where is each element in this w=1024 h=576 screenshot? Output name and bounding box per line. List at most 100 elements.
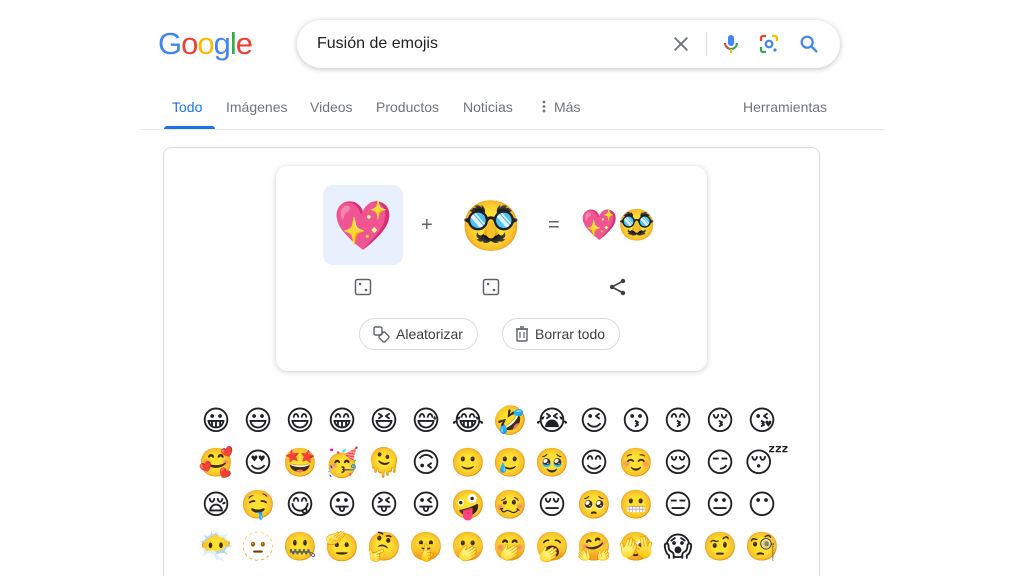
emoji-option[interactable]: 😪: [198, 487, 234, 523]
share-icon[interactable]: [608, 277, 628, 297]
emoji-option[interactable]: 😗: [618, 403, 654, 439]
emoji-option[interactable]: 🥳: [324, 445, 360, 481]
emoji-option[interactable]: 🥴: [492, 487, 528, 523]
emoji-option[interactable]: 😅: [408, 403, 444, 439]
emoji-option[interactable]: 🤨: [702, 529, 738, 565]
emoji-option[interactable]: 🤔: [366, 529, 402, 565]
emoji-option[interactable]: 🥱: [534, 529, 570, 565]
emoji-row: 😀 😃 😄 😁 😆 😅 😂 🤣 😭 😉 😗 😙 😚 😘: [198, 403, 798, 439]
emoji-option[interactable]: 🙂: [450, 445, 486, 481]
emoji-option[interactable]: 😆: [366, 403, 402, 439]
search-icon[interactable]: [797, 32, 821, 56]
emoji-kitchen-card: 💖 + 🥸 = 💖🥸 Aleatorizar Borrar todo 😀 😃 😄…: [163, 147, 820, 576]
emoji-option[interactable]: 😴: [744, 445, 789, 481]
logo-letter: o: [197, 26, 214, 61]
emoji-option[interactable]: 😍: [240, 445, 276, 481]
emoji-option[interactable]: 😌: [660, 445, 696, 481]
emoji-option[interactable]: 😚: [702, 403, 738, 439]
emoji-row: 😶‍🌫️ 🫥 🤐 🫡 🤔 🤫 🫢 🤭 🥱 🤗 🫣 😱 🤨 🧐: [198, 529, 798, 565]
emoji-option[interactable]: ☺️: [618, 445, 654, 481]
result-emoji-slot[interactable]: 💖🥸: [578, 185, 658, 265]
randomize-label: Aleatorizar: [396, 326, 463, 342]
logo-letter: o: [181, 26, 198, 61]
dice-icon[interactable]: [481, 277, 501, 297]
tab-todo[interactable]: Todo: [172, 99, 202, 115]
result-emoji: 💖🥸: [580, 207, 656, 243]
tools-button[interactable]: Herramientas: [743, 99, 827, 115]
trash-icon: [516, 326, 528, 342]
emoji-option[interactable]: 🤩: [282, 445, 318, 481]
emoji-option[interactable]: 🤤: [240, 487, 276, 523]
emoji-option[interactable]: 🤪: [450, 487, 486, 523]
emoji-option[interactable]: 😉: [576, 403, 612, 439]
right-emoji: 🥸: [461, 197, 521, 254]
emoji-option[interactable]: 🫣: [618, 529, 654, 565]
emoji-option[interactable]: 🤣: [492, 403, 528, 439]
emoji-option[interactable]: 😝: [366, 487, 402, 523]
emoji-option[interactable]: 🫡: [324, 529, 360, 565]
google-logo[interactable]: Google: [158, 26, 253, 62]
emoji-option[interactable]: 🥲: [492, 445, 528, 481]
emoji-option[interactable]: 😄: [282, 403, 318, 439]
emoji-option[interactable]: 🥺: [576, 487, 612, 523]
search-tabs: Todo Imágenes Videos Productos Noticias …: [158, 90, 838, 130]
equals-sign: =: [548, 214, 560, 236]
dice-icon[interactable]: [353, 277, 373, 297]
search-input[interactable]: Fusión de emojis: [317, 35, 438, 53]
search-divider: [706, 32, 707, 56]
clear-all-button[interactable]: Borrar todo: [502, 318, 621, 350]
emoji-option[interactable]: 😬: [618, 487, 654, 523]
tab-productos[interactable]: Productos: [376, 99, 439, 115]
emoji-option[interactable]: 🙃: [408, 445, 444, 481]
emoji-option[interactable]: 😭: [534, 403, 570, 439]
emoji-option[interactable]: 🫥: [240, 529, 276, 565]
emoji-option[interactable]: 😔: [534, 487, 570, 523]
emoji-option[interactable]: 🫢: [450, 529, 486, 565]
emoji-option[interactable]: 🥰: [198, 445, 234, 481]
emoji-option[interactable]: 😋: [282, 487, 318, 523]
emoji-option[interactable]: 😶: [744, 487, 780, 523]
randomize-button[interactable]: Aleatorizar: [359, 318, 478, 350]
emoji-option[interactable]: 🥹: [534, 445, 570, 481]
more-vert-icon: [542, 100, 546, 116]
clear-all-label: Borrar todo: [535, 326, 606, 342]
tabs-divider: [140, 129, 885, 130]
emoji-option[interactable]: 😃: [240, 403, 276, 439]
search-box[interactable]: Fusión de emojis: [297, 20, 840, 68]
logo-letter: g: [213, 26, 231, 61]
emoji-option[interactable]: 😑: [660, 487, 696, 523]
google-lens-icon[interactable]: [757, 32, 781, 56]
emoji-option[interactable]: 😜: [408, 487, 444, 523]
shuffle-dice-icon: [373, 326, 390, 343]
tab-mas-label: Más: [554, 99, 581, 115]
tab-mas[interactable]: Más: [542, 99, 580, 116]
emoji-option[interactable]: 😊: [576, 445, 612, 481]
emoji-option[interactable]: 😛: [324, 487, 360, 523]
left-emoji-slot[interactable]: 💖: [323, 185, 403, 265]
emoji-option[interactable]: 🤗: [576, 529, 612, 565]
emoji-option[interactable]: 😙: [660, 403, 696, 439]
emoji-option[interactable]: 😘: [744, 403, 780, 439]
emoji-option[interactable]: 😁: [324, 403, 360, 439]
tab-imagenes[interactable]: Imágenes: [226, 99, 287, 115]
emoji-option[interactable]: 🤭: [492, 529, 528, 565]
emoji-row: 🥰 😍 🤩 🥳 🫠 🙃 🙂 🥲 🥹 😊 ☺️ 😌 😏 😴: [198, 445, 798, 481]
emoji-option[interactable]: 😀: [198, 403, 234, 439]
microphone-icon[interactable]: [719, 32, 743, 56]
close-icon[interactable]: [669, 32, 693, 56]
emoji-option[interactable]: 😶‍🌫️: [198, 529, 234, 565]
emoji-option[interactable]: 😏: [702, 445, 738, 481]
emoji-option[interactable]: 🤐: [282, 529, 318, 565]
emoji-option[interactable]: 😂: [450, 403, 486, 439]
tab-videos[interactable]: Videos: [310, 99, 353, 115]
tab-noticias[interactable]: Noticias: [463, 99, 513, 115]
logo-letter: G: [158, 26, 182, 61]
emoji-option[interactable]: 😱: [660, 529, 696, 565]
emoji-option[interactable]: 🫠: [366, 445, 402, 481]
plus-sign: +: [421, 214, 433, 236]
emoji-option[interactable]: 😐: [702, 487, 738, 523]
logo-letter: e: [235, 26, 253, 61]
emoji-option[interactable]: 🧐: [744, 529, 780, 565]
emoji-option[interactable]: 🤫: [408, 529, 444, 565]
right-emoji-slot[interactable]: 🥸: [451, 185, 531, 265]
